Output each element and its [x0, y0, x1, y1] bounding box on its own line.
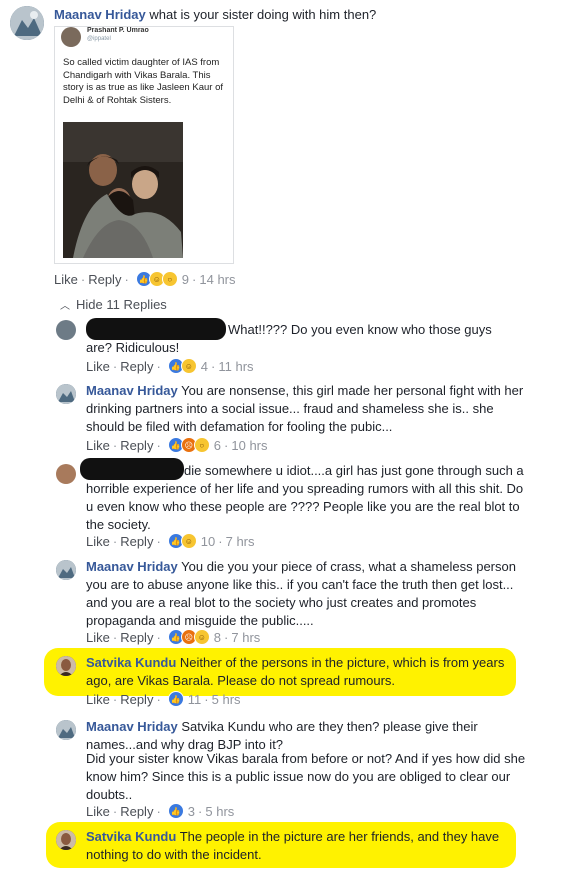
- post-author[interactable]: Maanav Hriday: [54, 7, 146, 22]
- reply-text: die somewhere u idiot....a girl has just…: [86, 463, 524, 532]
- reactions-icon[interactable]: 👍 ☺: [167, 533, 197, 549]
- like-button[interactable]: Like: [86, 438, 110, 453]
- avatar[interactable]: [56, 830, 76, 850]
- hide-replies-label: Hide 11 Replies: [76, 297, 167, 312]
- reply-button[interactable]: Reply: [120, 438, 153, 453]
- like-reaction-icon: 👍: [167, 803, 184, 819]
- avatar[interactable]: [56, 560, 76, 580]
- profile-photo-icon: [10, 6, 44, 40]
- reply-text-continued: Did your sister know Vikas barala from b…: [86, 751, 526, 802]
- reply-button[interactable]: Reply: [120, 534, 153, 549]
- reaction-count[interactable]: 10: [201, 534, 215, 549]
- reply-text: Satvika Kundu Neither of the persons in …: [86, 655, 505, 688]
- reply-button[interactable]: Reply: [88, 272, 121, 287]
- reply-actions: Like · Reply · 👍 ☹ ○ 6 · 10 hrs: [86, 437, 268, 453]
- profile-photo-icon: [56, 720, 76, 740]
- reply-text: Maanav Hriday Satvika Kundu who are they…: [86, 719, 478, 752]
- avatar[interactable]: [56, 384, 76, 404]
- tweet-avatar: [61, 27, 81, 47]
- timestamp[interactable]: 14 hrs: [199, 272, 235, 287]
- reactions-icon[interactable]: 👍: [167, 691, 184, 707]
- avatar[interactable]: [56, 720, 76, 740]
- reply-actions: Like · Reply · 👍 ☺ 4 · 11 hrs: [86, 358, 254, 374]
- reply-text: Satvika Kundu The people in the picture …: [86, 829, 500, 862]
- tweet-handle: @ippatel: [87, 36, 111, 42]
- reply-author[interactable]: Maanav Hriday: [86, 383, 178, 398]
- timestamp[interactable]: 5 hrs: [212, 692, 241, 707]
- timestamp[interactable]: 7 hrs: [226, 534, 255, 549]
- reaction-count[interactable]: 4: [201, 359, 208, 374]
- timestamp[interactable]: 5 hrs: [205, 804, 234, 819]
- reply-text: Maanav Hriday You die you your piece of …: [86, 559, 516, 628]
- timestamp[interactable]: 11 hrs: [218, 359, 253, 374]
- reply-author[interactable]: Maanav Hriday: [86, 719, 178, 734]
- reactions-icon[interactable]: 👍 ☹ ☺: [167, 629, 210, 645]
- reply-actions: Like · Reply · 👍 ☹ ☺ 8 · 7 hrs: [86, 629, 261, 645]
- reply-button[interactable]: Reply: [120, 804, 153, 819]
- reply-button[interactable]: Reply: [120, 692, 153, 707]
- timestamp[interactable]: 10 hrs: [231, 438, 267, 453]
- reply-author[interactable]: Satvika Kundu: [86, 829, 176, 844]
- photo-of-three-people: [63, 122, 183, 258]
- reactions-icon[interactable]: 👍 ☺ ○: [135, 271, 178, 287]
- avatar[interactable]: [56, 320, 76, 340]
- post-text: what is your sister doing with him then?: [149, 7, 377, 22]
- reactions-icon[interactable]: 👍: [167, 803, 184, 819]
- reply-author[interactable]: Satvika Kundu: [86, 655, 176, 670]
- avatar[interactable]: [10, 6, 44, 40]
- reaction-count[interactable]: 3: [188, 804, 195, 819]
- profile-photo-icon: [56, 560, 76, 580]
- post-header: Maanav Hriday what is your sister doing …: [54, 6, 564, 24]
- profile-photo-icon: [56, 384, 76, 404]
- like-button[interactable]: Like: [86, 692, 110, 707]
- reaction-count[interactable]: 6: [214, 438, 221, 453]
- reaction-count[interactable]: 9: [182, 272, 189, 287]
- reply-button[interactable]: Reply: [120, 630, 153, 645]
- like-button[interactable]: Like: [86, 359, 110, 374]
- chevron-up-icon: ︿: [60, 301, 70, 312]
- avatar[interactable]: [56, 656, 76, 676]
- haha-reaction-icon: ☺: [193, 629, 210, 645]
- like-button[interactable]: Like: [86, 630, 110, 645]
- reply-actions: Like · Reply · 👍 3 · 5 hrs: [86, 803, 235, 819]
- reply-text: Maanav Hriday You are nonsense, this gir…: [86, 383, 524, 434]
- haha-reaction-icon: ☺: [180, 533, 197, 549]
- like-reaction-icon: 👍: [167, 691, 184, 707]
- avatar[interactable]: [56, 464, 76, 484]
- reply-button[interactable]: Reply: [120, 359, 153, 374]
- reactions-icon[interactable]: 👍 ☹ ○: [167, 437, 210, 453]
- like-button[interactable]: Like: [54, 272, 78, 287]
- post-actions: Like · Reply · 👍 ☺ ○ 9 · 14 hrs: [54, 271, 236, 287]
- profile-photo-icon: [56, 656, 76, 676]
- tweet-name: Prashant P. Umrao: [87, 27, 149, 34]
- reactions-icon[interactable]: 👍 ☺: [167, 358, 197, 374]
- reply-text: What!!??? Do you even know who those guy…: [86, 322, 492, 355]
- profile-photo-icon: [56, 830, 76, 850]
- reply-actions: Like · Reply · 👍 ☺ 10 · 7 hrs: [86, 533, 255, 549]
- reply-author[interactable]: Maanav Hriday: [86, 559, 178, 574]
- hide-replies-link[interactable]: ︿ Hide 11 Replies: [60, 296, 167, 314]
- haha-reaction-icon: ☺: [180, 358, 197, 374]
- like-button[interactable]: Like: [86, 534, 110, 549]
- reaction-count[interactable]: 11: [188, 692, 202, 707]
- wow-reaction-icon: ○: [161, 271, 178, 287]
- timestamp[interactable]: 7 hrs: [231, 630, 260, 645]
- tweet-text: So called victim daughter of IAS from Ch…: [63, 57, 223, 106]
- wow-reaction-icon: ○: [193, 437, 210, 453]
- reaction-count[interactable]: 8: [214, 630, 221, 645]
- like-button[interactable]: Like: [86, 804, 110, 819]
- reply-actions: Like · Reply · 👍 11 · 5 hrs: [86, 691, 241, 707]
- shared-image[interactable]: Prashant P. Umrao @ippatel So called vic…: [54, 26, 234, 264]
